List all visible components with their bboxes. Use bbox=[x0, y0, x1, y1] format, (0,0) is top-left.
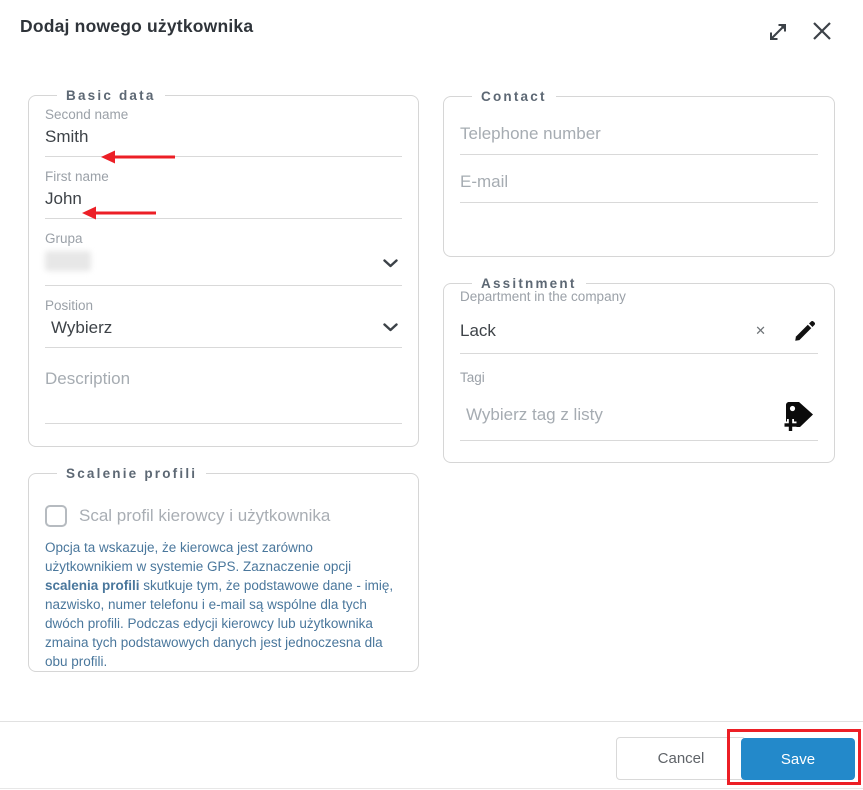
assignment-section: Assitnment Department in the company ✕ T… bbox=[443, 276, 835, 463]
add-tag-icon[interactable] bbox=[780, 397, 818, 433]
first-name-field: First name bbox=[45, 169, 402, 219]
tags-input[interactable] bbox=[460, 405, 780, 425]
telephone-field bbox=[460, 124, 818, 155]
department-field: Department in the company ✕ bbox=[460, 289, 818, 354]
description-input[interactable] bbox=[45, 368, 402, 414]
chevron-down-icon bbox=[383, 319, 398, 337]
tags-field: Tagi bbox=[460, 370, 818, 441]
department-input[interactable] bbox=[460, 321, 748, 341]
merge-checkbox-row: Scal profil kierowcy i użytkownika bbox=[45, 505, 402, 527]
description-field bbox=[45, 368, 402, 424]
save-button[interactable]: Save bbox=[741, 738, 855, 780]
first-name-input[interactable] bbox=[45, 189, 402, 209]
merge-description: Opcja ta wskazuje, że kierowca jest zaró… bbox=[45, 538, 402, 671]
second-name-label: Second name bbox=[45, 107, 129, 122]
contact-section: Contact bbox=[443, 89, 835, 257]
basic-data-legend: Basic data bbox=[66, 88, 156, 103]
position-value: Wybierz bbox=[51, 318, 113, 337]
first-name-label: First name bbox=[45, 169, 109, 184]
expand-icon bbox=[766, 24, 790, 47]
merge-description-part1: Opcja ta wskazuje, że kierowca jest zaró… bbox=[45, 540, 352, 574]
add-user-dialog: Dodaj nowego użytkownika Basic data Seco… bbox=[0, 0, 863, 790]
close-button[interactable] bbox=[808, 17, 836, 45]
footer-divider bbox=[0, 721, 863, 722]
group-field: Grupa bbox=[45, 231, 402, 286]
edit-pencil-icon[interactable] bbox=[792, 318, 818, 344]
email-field bbox=[460, 172, 818, 203]
expand-button[interactable] bbox=[766, 20, 790, 44]
merge-checkbox-label: Scal profil kierowcy i użytkownika bbox=[79, 506, 331, 525]
group-select[interactable] bbox=[45, 251, 402, 286]
position-field: Position Wybierz bbox=[45, 298, 402, 348]
contact-legend: Contact bbox=[481, 89, 547, 104]
department-label: Department in the company bbox=[460, 289, 626, 304]
second-name-field: Second name bbox=[45, 107, 402, 157]
merge-profiles-legend: Scalenie profili bbox=[66, 466, 198, 481]
clear-icon[interactable]: ✕ bbox=[755, 323, 766, 339]
basic-data-section: Basic data Second name First name Grupa bbox=[28, 88, 419, 447]
redacted-group-value bbox=[45, 251, 91, 271]
dialog-title: Dodaj nowego użytkownika bbox=[20, 16, 254, 36]
close-icon bbox=[808, 22, 836, 48]
cancel-button[interactable]: Cancel bbox=[616, 737, 746, 780]
merge-profiles-checkbox[interactable] bbox=[45, 505, 67, 527]
email-input[interactable] bbox=[460, 172, 818, 192]
second-name-input[interactable] bbox=[45, 127, 402, 147]
group-label: Grupa bbox=[45, 231, 83, 246]
chevron-down-icon bbox=[383, 255, 398, 273]
position-label: Position bbox=[45, 298, 94, 313]
bottom-border bbox=[0, 788, 863, 789]
merge-profiles-section: Scalenie profili Scal profil kierowcy i … bbox=[28, 466, 419, 672]
tags-label: Tagi bbox=[460, 370, 485, 385]
merge-description-bold: scalenia profili bbox=[45, 578, 140, 593]
position-select[interactable]: Wybierz bbox=[45, 318, 402, 348]
telephone-input[interactable] bbox=[460, 124, 818, 144]
